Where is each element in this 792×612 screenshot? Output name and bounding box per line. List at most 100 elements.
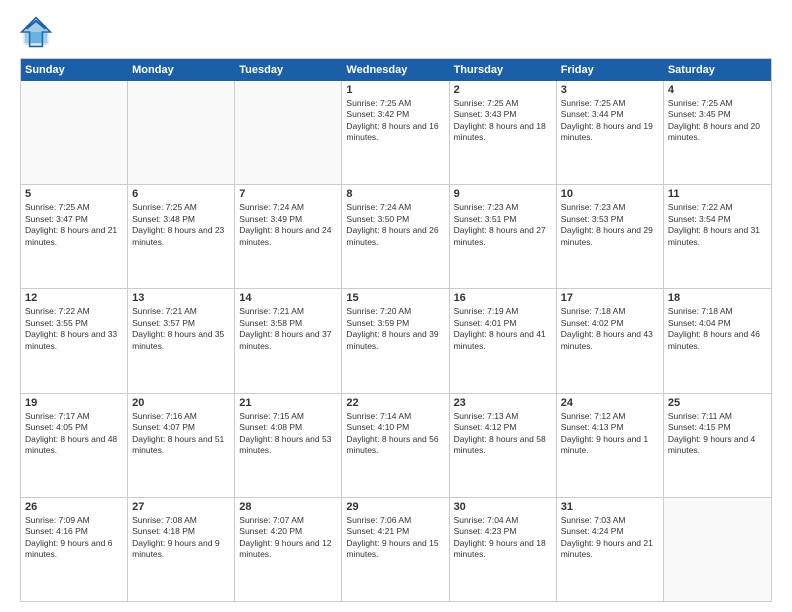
calendar-cell: 12 Sunrise: 7:22 AM Sunset: 3:55 PM Dayli… [21, 289, 128, 392]
day-number: 11 [668, 188, 767, 200]
cell-info: Sunrise: 7:25 AM Sunset: 3:43 PM Dayligh… [454, 98, 552, 144]
calendar-week-4: 19Sunrise: 7:17 AM Sunset: 4:05 PM Dayli… [21, 394, 771, 498]
calendar-cell: 14 Sunrise: 7:21 AM Sunset: 3:58 PM Dayli… [235, 289, 342, 392]
calendar-cell: 7Sunrise: 7:24 AM Sunset: 3:49 PM Daylig… [235, 185, 342, 288]
day-number: 1 [346, 84, 444, 96]
day-number: 27 [132, 501, 230, 513]
calendar-cell: 31 Sunrise: 7:03 AM Sunset: 4:24 PM Dayli… [557, 498, 664, 601]
calendar-cell: 10 Sunrise: 7:23 AM Sunset: 3:53 PM Dayli… [557, 185, 664, 288]
calendar-cell: 21 Sunrise: 7:15 AM Sunset: 4:08 PM Dayli… [235, 394, 342, 497]
cell-info: Sunrise: 7:20 AM Sunset: 3:59 PM Dayligh… [346, 306, 444, 352]
calendar-cell: 8 Sunrise: 7:24 AM Sunset: 3:50 PM Daylig… [342, 185, 449, 288]
calendar-week-1: 1 Sunrise: 7:25 AM Sunset: 3:42 PM Daylig… [21, 81, 771, 185]
calendar-cell: 25 Sunrise: 7:11 AM Sunset: 4:15 PM Dayli… [664, 394, 771, 497]
header [20, 16, 772, 48]
day-number: 29 [346, 501, 444, 513]
calendar-week-2: 5Sunrise: 7:25 AM Sunset: 3:47 PM Daylig… [21, 185, 771, 289]
day-number: 25 [668, 397, 767, 409]
day-number: 30 [454, 501, 552, 513]
calendar-cell: 26Sunrise: 7:09 AM Sunset: 4:16 PM Dayli… [21, 498, 128, 601]
cell-info: Sunrise: 7:04 AM Sunset: 4:23 PM Dayligh… [454, 515, 552, 561]
calendar-cell: 13 Sunrise: 7:21 AM Sunset: 3:57 PM Dayli… [128, 289, 235, 392]
day-number: 10 [561, 188, 659, 200]
day-number: 15 [346, 292, 444, 304]
calendar-cell: 28 Sunrise: 7:07 AM Sunset: 4:20 PM Dayli… [235, 498, 342, 601]
day-number: 6 [132, 188, 230, 200]
calendar-cell: 16 Sunrise: 7:19 AM Sunset: 4:01 PM Dayli… [450, 289, 557, 392]
calendar-week-3: 12 Sunrise: 7:22 AM Sunset: 3:55 PM Dayli… [21, 289, 771, 393]
calendar-cell: 19Sunrise: 7:17 AM Sunset: 4:05 PM Dayli… [21, 394, 128, 497]
day-number: 13 [132, 292, 230, 304]
calendar-cell: 3 Sunrise: 7:25 AM Sunset: 3:44 PM Daylig… [557, 81, 664, 184]
day-number: 8 [346, 188, 444, 200]
cell-info: Sunrise: 7:16 AM Sunset: 4:07 PM Dayligh… [132, 411, 230, 457]
cell-info: Sunrise: 7:24 AM Sunset: 3:50 PM Dayligh… [346, 202, 444, 248]
cell-info: Sunrise: 7:22 AM Sunset: 3:55 PM Dayligh… [25, 306, 123, 352]
cell-info: Sunrise: 7:06 AM Sunset: 4:21 PM Dayligh… [346, 515, 444, 561]
calendar-cell: 24Sunrise: 7:12 AM Sunset: 4:13 PM Dayli… [557, 394, 664, 497]
weekday-header-tuesday: Tuesday [235, 59, 342, 81]
calendar-cell: 11 Sunrise: 7:22 AM Sunset: 3:54 PM Dayli… [664, 185, 771, 288]
day-number: 16 [454, 292, 552, 304]
cell-info: Sunrise: 7:07 AM Sunset: 4:20 PM Dayligh… [239, 515, 337, 561]
cell-info: Sunrise: 7:25 AM Sunset: 3:44 PM Dayligh… [561, 98, 659, 144]
calendar-cell [664, 498, 771, 601]
calendar-cell: 2 Sunrise: 7:25 AM Sunset: 3:43 PM Daylig… [450, 81, 557, 184]
cell-info: Sunrise: 7:03 AM Sunset: 4:24 PM Dayligh… [561, 515, 659, 561]
logo-icon [20, 16, 52, 48]
day-number: 28 [239, 501, 337, 513]
calendar-cell: 20Sunrise: 7:16 AM Sunset: 4:07 PM Dayli… [128, 394, 235, 497]
day-number: 31 [561, 501, 659, 513]
day-number: 12 [25, 292, 123, 304]
calendar-cell: 18Sunrise: 7:18 AM Sunset: 4:04 PM Dayli… [664, 289, 771, 392]
day-number: 7 [239, 188, 337, 200]
calendar-cell: 27 Sunrise: 7:08 AM Sunset: 4:18 PM Dayli… [128, 498, 235, 601]
day-number: 21 [239, 397, 337, 409]
calendar-cell: 5Sunrise: 7:25 AM Sunset: 3:47 PM Daylig… [21, 185, 128, 288]
calendar-header: SundayMondayTuesdayWednesdayThursdayFrid… [21, 59, 771, 81]
cell-info: Sunrise: 7:15 AM Sunset: 4:08 PM Dayligh… [239, 411, 337, 457]
day-number: 17 [561, 292, 659, 304]
cell-info: Sunrise: 7:14 AM Sunset: 4:10 PM Dayligh… [346, 411, 444, 457]
cell-info: Sunrise: 7:21 AM Sunset: 3:57 PM Dayligh… [132, 306, 230, 352]
calendar-cell [21, 81, 128, 184]
cell-info: Sunrise: 7:13 AM Sunset: 4:12 PM Dayligh… [454, 411, 552, 457]
day-number: 3 [561, 84, 659, 96]
calendar-cell: 22 Sunrise: 7:14 AM Sunset: 4:10 PM Dayli… [342, 394, 449, 497]
cell-info: Sunrise: 7:25 AM Sunset: 3:48 PM Dayligh… [132, 202, 230, 248]
weekday-header-sunday: Sunday [21, 59, 128, 81]
weekday-header-monday: Monday [128, 59, 235, 81]
calendar-cell: 6 Sunrise: 7:25 AM Sunset: 3:48 PM Daylig… [128, 185, 235, 288]
day-number: 2 [454, 84, 552, 96]
calendar-cell: 29 Sunrise: 7:06 AM Sunset: 4:21 PM Dayli… [342, 498, 449, 601]
calendar-cell: 9 Sunrise: 7:23 AM Sunset: 3:51 PM Daylig… [450, 185, 557, 288]
cell-info: Sunrise: 7:25 AM Sunset: 3:42 PM Dayligh… [346, 98, 444, 144]
calendar-cell: 30 Sunrise: 7:04 AM Sunset: 4:23 PM Dayli… [450, 498, 557, 601]
day-number: 22 [346, 397, 444, 409]
calendar: SundayMondayTuesdayWednesdayThursdayFrid… [20, 58, 772, 602]
calendar-cell: 15 Sunrise: 7:20 AM Sunset: 3:59 PM Dayli… [342, 289, 449, 392]
calendar-cell: 1 Sunrise: 7:25 AM Sunset: 3:42 PM Daylig… [342, 81, 449, 184]
weekday-header-wednesday: Wednesday [342, 59, 449, 81]
day-number: 14 [239, 292, 337, 304]
weekday-header-thursday: Thursday [450, 59, 557, 81]
cell-info: Sunrise: 7:25 AM Sunset: 3:45 PM Dayligh… [668, 98, 767, 144]
day-number: 23 [454, 397, 552, 409]
day-number: 4 [668, 84, 767, 96]
cell-info: Sunrise: 7:23 AM Sunset: 3:53 PM Dayligh… [561, 202, 659, 248]
cell-info: Sunrise: 7:18 AM Sunset: 4:02 PM Dayligh… [561, 306, 659, 352]
calendar-cell: 23 Sunrise: 7:13 AM Sunset: 4:12 PM Dayli… [450, 394, 557, 497]
day-number: 5 [25, 188, 123, 200]
cell-info: Sunrise: 7:17 AM Sunset: 4:05 PM Dayligh… [25, 411, 123, 457]
cell-info: Sunrise: 7:08 AM Sunset: 4:18 PM Dayligh… [132, 515, 230, 561]
cell-info: Sunrise: 7:23 AM Sunset: 3:51 PM Dayligh… [454, 202, 552, 248]
calendar-cell [235, 81, 342, 184]
page: SundayMondayTuesdayWednesdayThursdayFrid… [0, 0, 792, 612]
weekday-header-saturday: Saturday [664, 59, 771, 81]
cell-info: Sunrise: 7:21 AM Sunset: 3:58 PM Dayligh… [239, 306, 337, 352]
calendar-cell: 4 Sunrise: 7:25 AM Sunset: 3:45 PM Daylig… [664, 81, 771, 184]
cell-info: Sunrise: 7:11 AM Sunset: 4:15 PM Dayligh… [668, 411, 767, 457]
cell-info: Sunrise: 7:22 AM Sunset: 3:54 PM Dayligh… [668, 202, 767, 248]
day-number: 9 [454, 188, 552, 200]
cell-info: Sunrise: 7:19 AM Sunset: 4:01 PM Dayligh… [454, 306, 552, 352]
